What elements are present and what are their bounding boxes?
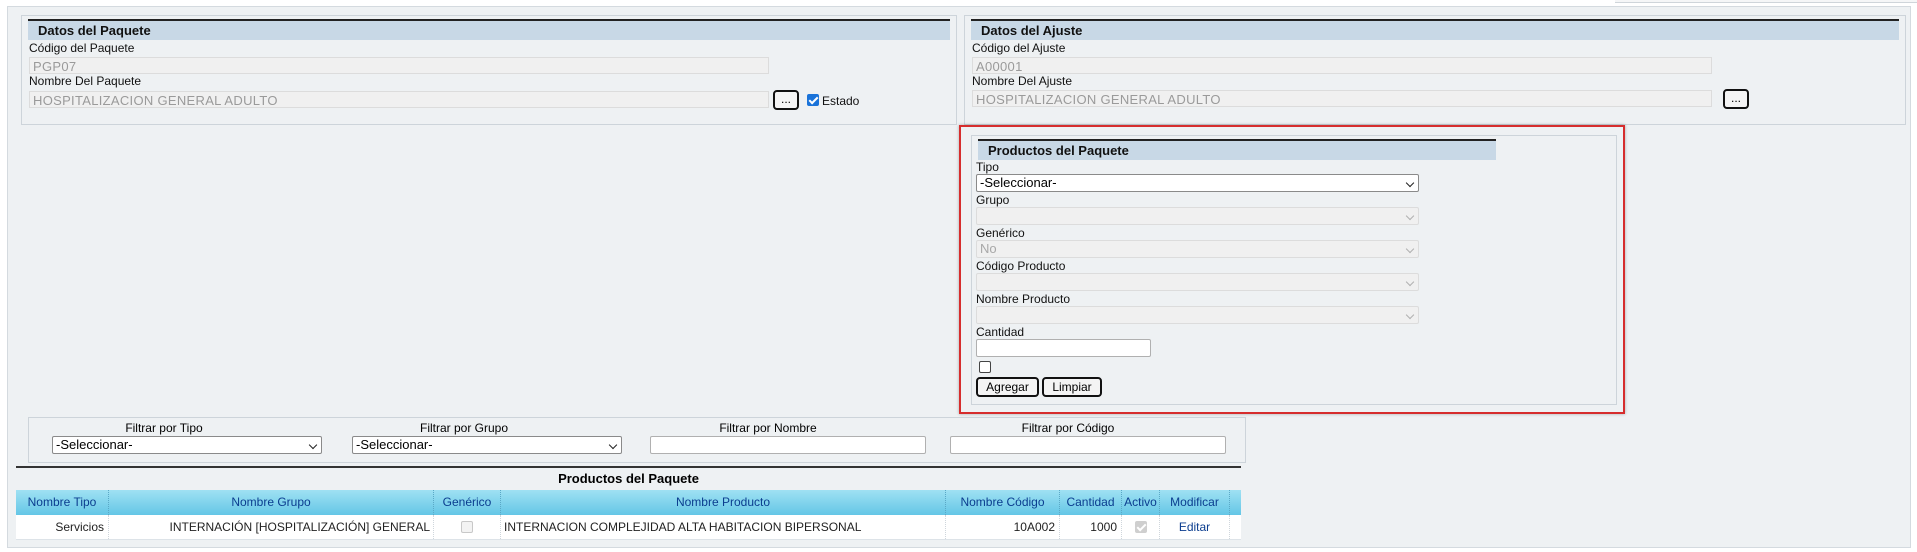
page-container: Datos del Paquete Código del Paquete PGP… — [7, 6, 1911, 548]
filtro-tipo-label: Filtrar por Tipo — [125, 421, 203, 435]
cell-tipo: Servicios — [16, 515, 109, 539]
cantidad-label: Cantidad — [976, 325, 1025, 339]
tipo-label: Tipo — [976, 160, 999, 174]
filtro-nombre-input[interactable] — [650, 436, 926, 454]
lookup-ajuste-button[interactable]: ... — [1723, 89, 1749, 109]
filtro-codigo-input[interactable] — [950, 436, 1226, 454]
top-tab-edge — [1615, 0, 1917, 3]
column-header-modificar[interactable]: Modificar — [1160, 490, 1230, 515]
cell-activo — [1122, 515, 1160, 539]
cell-producto: INTERNACION COMPLEJIDAD ALTA HABITACION … — [501, 515, 946, 539]
codigo-paquete-field[interactable]: PGP07 — [29, 57, 769, 74]
column-header-nombre-producto[interactable]: Nombre Producto — [501, 490, 946, 515]
grid-header: Nombre Tipo Nombre Grupo Genérico Nombre… — [16, 490, 1241, 515]
cell-grupo: INTERNACIÓN [HOSPITALIZACIÓN] GENERAL — [109, 515, 434, 539]
grid-caption: Productos del Paquete — [16, 466, 1241, 490]
productos-grid: Productos del Paquete Nombre Tipo Nombre… — [16, 466, 1241, 540]
column-header-nombre-grupo[interactable]: Nombre Grupo — [109, 490, 434, 515]
table-row: Servicios INTERNACIÓN [HOSPITALIZACIÓN] … — [16, 515, 1241, 540]
productos-form-highlight: Productos del Paquete Tipo -Seleccionar-… — [959, 125, 1625, 414]
nombre-paquete-field[interactable]: HOSPITALIZACION GENERAL ADULTO — [29, 91, 769, 108]
ajuste-panel: Datos del Ajuste Código del Ajuste A0000… — [964, 15, 1906, 125]
editar-link[interactable]: Editar — [1179, 520, 1210, 534]
tipo-select-value: -Seleccionar- — [980, 175, 1057, 190]
filtro-nombre-label: Filtrar por Nombre — [719, 421, 817, 435]
filtro-tipo-value: -Seleccionar- — [56, 437, 133, 452]
filtro-grupo-value: -Seleccionar- — [356, 437, 433, 452]
form-checkbox[interactable] — [979, 361, 991, 373]
cell-generico — [434, 515, 501, 539]
nombre-producto-label: Nombre Producto — [976, 292, 1071, 306]
column-header-nombre-codigo[interactable]: Nombre Código — [946, 490, 1060, 515]
productos-form-title: Productos del Paquete — [978, 139, 1496, 160]
cell-cantidad: 1000 — [1060, 515, 1122, 539]
productos-form-panel: Productos del Paquete Tipo -Seleccionar-… — [971, 135, 1617, 405]
generico-label: Genérico — [976, 226, 1025, 240]
ajuste-panel-title: Datos del Ajuste — [971, 19, 1899, 40]
paquete-panel-title: Datos del Paquete — [28, 19, 950, 40]
column-header-generico[interactable]: Genérico — [434, 490, 501, 515]
nombre-ajuste-label: Nombre Del Ajuste — [972, 74, 1073, 88]
grupo-label: Grupo — [976, 193, 1010, 207]
activo-checkbox — [1135, 521, 1147, 533]
chevron-down-icon — [308, 440, 318, 450]
generico-select[interactable]: No — [976, 240, 1419, 258]
nombre-producto-select[interactable] — [976, 306, 1419, 324]
paquete-panel: Datos del Paquete Código del Paquete PGP… — [21, 15, 957, 125]
chevron-down-icon — [1405, 310, 1415, 320]
cantidad-input[interactable] — [976, 339, 1151, 357]
chevron-down-icon — [1405, 211, 1415, 221]
codigo-paquete-label: Código del Paquete — [29, 41, 135, 55]
filter-panel: Filtrar por Tipo -Seleccionar- Filtrar p… — [28, 417, 1246, 463]
codigo-producto-select[interactable] — [976, 273, 1419, 291]
nombre-ajuste-field[interactable]: HOSPITALIZACION GENERAL ADULTO — [972, 90, 1712, 107]
column-header-cantidad[interactable]: Cantidad — [1060, 490, 1122, 515]
chevron-down-icon — [1405, 178, 1415, 188]
tipo-select[interactable]: -Seleccionar- — [976, 174, 1419, 192]
column-header-nombre-tipo[interactable]: Nombre Tipo — [16, 490, 109, 515]
nombre-paquete-label: Nombre Del Paquete — [29, 74, 142, 88]
generico-checkbox — [461, 521, 473, 533]
cell-modificar: Editar — [1160, 515, 1230, 539]
filtro-grupo-select[interactable]: -Seleccionar- — [352, 436, 622, 454]
lookup-paquete-button[interactable]: ... — [773, 90, 799, 110]
agregar-button[interactable]: Agregar — [976, 377, 1039, 397]
codigo-ajuste-field[interactable]: A00001 — [972, 57, 1712, 74]
codigo-ajuste-label: Código del Ajuste — [972, 41, 1066, 55]
estado-checkbox[interactable] — [807, 94, 819, 106]
codigo-producto-label: Código Producto — [976, 259, 1066, 273]
filtro-codigo-label: Filtrar por Código — [1021, 421, 1115, 435]
cell-codigo: 10A002 — [946, 515, 1060, 539]
estado-label: Estado — [822, 94, 860, 108]
grupo-select[interactable] — [976, 207, 1419, 225]
chevron-down-icon — [1405, 277, 1415, 287]
generico-select-value: No — [980, 241, 997, 256]
filtro-grupo-label: Filtrar por Grupo — [419, 421, 509, 435]
filtro-tipo-select[interactable]: -Seleccionar- — [52, 436, 322, 454]
chevron-down-icon — [1405, 244, 1415, 254]
limpiar-button[interactable]: Limpiar — [1042, 377, 1102, 397]
chevron-down-icon — [608, 440, 618, 450]
column-header-activo[interactable]: Activo — [1122, 490, 1160, 515]
